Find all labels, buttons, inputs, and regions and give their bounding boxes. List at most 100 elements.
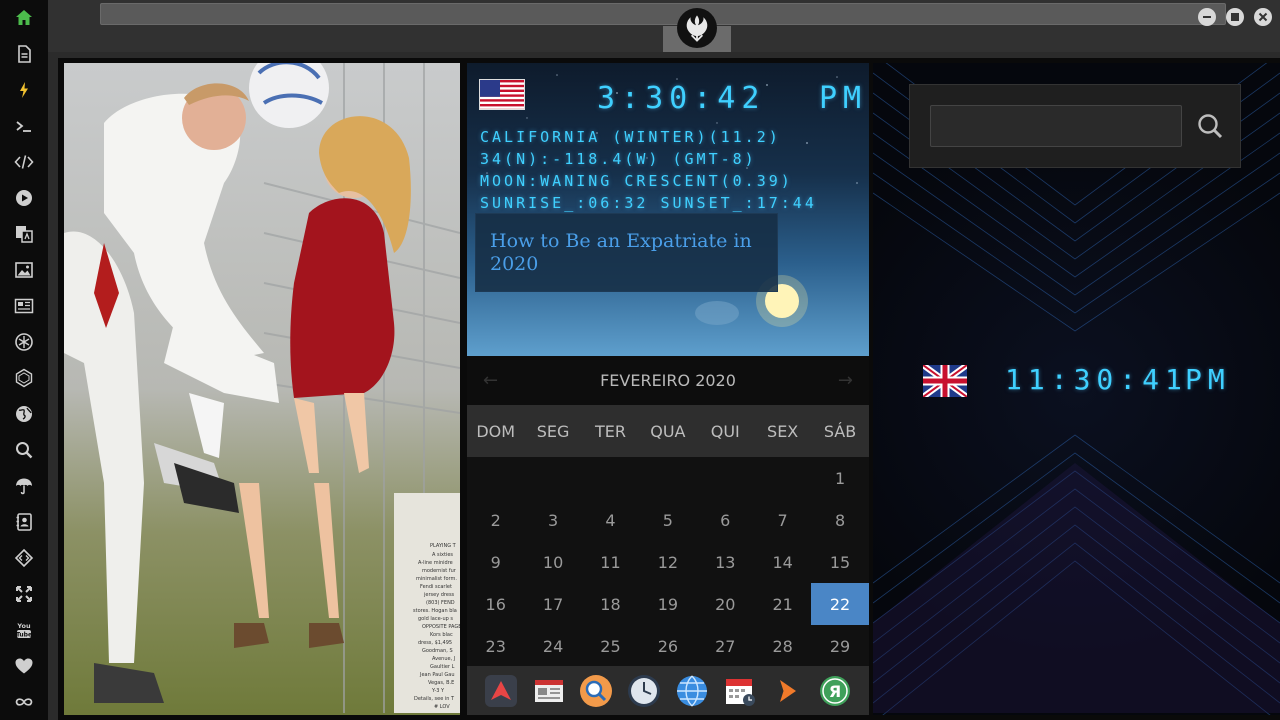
arrow-icon[interactable]: [770, 674, 804, 708]
calendar-day[interactable]: 13: [697, 541, 754, 583]
calendar: ← FEVEREIRO 2020 → DOM SEG TER QUA QUI S…: [467, 356, 869, 666]
calendar-day[interactable]: 11: [582, 541, 639, 583]
rebel-alliance-logo-icon[interactable]: [677, 8, 717, 48]
lightning-icon[interactable]: [0, 74, 48, 106]
minimize-button[interactable]: [1198, 8, 1216, 26]
weekday-label: SEX: [767, 421, 799, 441]
calendar-day[interactable]: 7: [754, 499, 811, 541]
tag-code-icon[interactable]: [0, 542, 48, 574]
calendar-day[interactable]: 19: [639, 583, 696, 625]
calendar-day[interactable]: 18: [582, 583, 639, 625]
calendar-day[interactable]: [582, 457, 639, 499]
weekday-label: SÁB: [823, 421, 857, 441]
svg-text:Fendi scarlet: Fendi scarlet: [420, 584, 452, 590]
weather-moon: MOON:WANING CRESCENT(0.39): [480, 172, 793, 190]
search-button[interactable]: [1190, 105, 1230, 147]
sidebar: You Tube: [0, 0, 48, 720]
expand-icon[interactable]: [0, 578, 48, 610]
svg-text:modernist fur: modernist fur: [422, 568, 457, 574]
calendar-app-icon[interactable]: [723, 674, 757, 708]
calendar-day[interactable]: 1: [811, 457, 868, 499]
calendar-day[interactable]: [639, 457, 696, 499]
svg-text:# LOV: # LOV: [434, 704, 450, 710]
news-icon[interactable]: [532, 674, 566, 708]
calendar-week: 1: [467, 457, 869, 499]
svg-text:Y-3 Y: Y-3 Y: [431, 688, 445, 694]
calendar-day[interactable]: 16: [467, 583, 524, 625]
calendar-next-button[interactable]: →: [838, 370, 853, 391]
infinity-icon[interactable]: [0, 686, 48, 718]
calendar-day[interactable]: 6: [697, 499, 754, 541]
globe-app-icon[interactable]: [675, 674, 709, 708]
calendar-day[interactable]: [524, 457, 581, 499]
calendar-prev-button[interactable]: ←: [483, 370, 498, 391]
calendar-day[interactable]: 4: [582, 499, 639, 541]
us-ampm: PM: [819, 81, 868, 116]
home-icon[interactable]: [0, 2, 48, 34]
image-icon[interactable]: [0, 254, 48, 286]
heart-icon[interactable]: [0, 650, 48, 682]
svg-text:Avenue, J: Avenue, J: [432, 656, 455, 662]
rebel-alliance-icon[interactable]: [0, 326, 48, 358]
weather-panel: 3:30:42 PM CALIFORNIA (WINTER)(11.2) 34(…: [467, 63, 869, 356]
calendar-day[interactable]: [467, 457, 524, 499]
calendar-week: 16 17 18 19 20 21 22: [467, 583, 869, 625]
play-icon[interactable]: [0, 182, 48, 214]
headline-card[interactable]: How to Be an Expatriate in 2020: [475, 213, 778, 292]
code-icon[interactable]: [0, 146, 48, 178]
svg-text:Tube: Tube: [16, 632, 32, 639]
calendar-day[interactable]: 29: [811, 625, 868, 667]
uk-time: 11:30:41: [1005, 363, 1188, 396]
calendar-day[interactable]: 24: [524, 625, 581, 667]
calendar-day-selected[interactable]: 22: [811, 583, 869, 625]
contact-icon[interactable]: [0, 506, 48, 538]
calendar-day[interactable]: [754, 457, 811, 499]
document-icon[interactable]: [0, 38, 48, 70]
address-bar[interactable]: [100, 3, 1226, 25]
calendar-day[interactable]: 15: [811, 541, 868, 583]
calendar-day[interactable]: 5: [639, 499, 696, 541]
weekday-label: DOM: [476, 421, 516, 441]
calendar-day[interactable]: 3: [524, 499, 581, 541]
calendar-day[interactable]: 20: [697, 583, 754, 625]
clock-icon[interactable]: [627, 674, 661, 708]
umbrella-icon[interactable]: [0, 470, 48, 502]
hexagon-icon[interactable]: [0, 362, 48, 394]
calendar-day[interactable]: 17: [524, 583, 581, 625]
search-input[interactable]: [930, 105, 1182, 147]
calendar-day[interactable]: 25: [582, 625, 639, 667]
calendar-day[interactable]: 26: [639, 625, 696, 667]
calendar-day[interactable]: 14: [754, 541, 811, 583]
calendar-day[interactable]: 28: [754, 625, 811, 667]
calendar-week: 2 3 4 5 6 7 8: [467, 499, 869, 541]
calendar-day[interactable]: 8: [811, 499, 868, 541]
search-icon[interactable]: [0, 434, 48, 466]
svg-text:Gaultier L: Gaultier L: [430, 664, 455, 670]
maximize-button[interactable]: [1226, 8, 1244, 26]
calendar-day[interactable]: 12: [639, 541, 696, 583]
calendar-day[interactable]: 10: [524, 541, 581, 583]
weekday-label: QUI: [710, 421, 740, 441]
close-button[interactable]: [1254, 8, 1272, 26]
news-icon[interactable]: [0, 290, 48, 322]
calendar-day[interactable]: 27: [697, 625, 754, 667]
svg-text:Details, see in T: Details, see in T: [414, 696, 455, 702]
uk-ampm: PM: [1185, 363, 1231, 396]
calendar-grid: 1 2 3 4 5 6 7 8 9 10 11 12 13 14 15 16 1…: [467, 457, 869, 667]
youtube-icon[interactable]: You Tube: [0, 614, 48, 646]
svg-text:(803) FEND: (803) FEND: [426, 600, 455, 606]
launcher-icon[interactable]: [484, 674, 518, 708]
calendar-day[interactable]: [697, 457, 754, 499]
search-app-icon[interactable]: [579, 674, 613, 708]
headline-title[interactable]: How to Be an Expatriate in 2020: [490, 230, 763, 276]
svg-text:OPPOSITE PAGE: OPPOSITE PAGE: [422, 624, 460, 630]
calendar-day[interactable]: 21: [754, 583, 811, 625]
calendar-day[interactable]: 2: [467, 499, 524, 541]
globe-icon[interactable]: [0, 398, 48, 430]
svg-text:Jean Paul Gau: Jean Paul Gau: [419, 672, 454, 678]
calendar-day[interactable]: 23: [467, 625, 524, 667]
yandex-icon[interactable]: Я: [818, 674, 852, 708]
terminal-icon[interactable]: [0, 110, 48, 142]
translate-icon[interactable]: [0, 218, 48, 250]
calendar-day[interactable]: 9: [467, 541, 524, 583]
